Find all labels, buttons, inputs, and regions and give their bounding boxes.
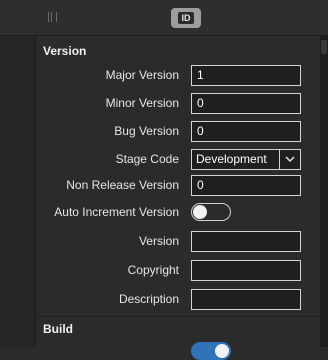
id-icon: ID: [178, 12, 194, 24]
bug-version-label: Bug Version: [114, 124, 179, 138]
drag-handle-icon[interactable]: [48, 12, 57, 22]
non-release-version-label: Non Release Version: [66, 178, 179, 192]
description-input[interactable]: [191, 289, 301, 310]
description-label: Description: [118, 292, 179, 306]
non-release-version-input[interactable]: 0: [191, 175, 301, 196]
stage-code-label: Stage Code: [115, 152, 179, 166]
minor-version-input[interactable]: 0: [191, 93, 301, 114]
auto-increment-version-toggle[interactable]: [191, 203, 231, 221]
copyright-label: Copyright: [127, 263, 179, 277]
auto-increment-version-label: Auto Increment Version: [54, 205, 179, 219]
stage-code-value: Development: [196, 152, 267, 166]
left-gutter: [0, 36, 36, 347]
scrollbar-thumb[interactable]: [321, 40, 327, 54]
scrollbar[interactable]: [320, 36, 328, 347]
section-title-version: Version: [43, 44, 87, 58]
section-title-build: Build: [43, 322, 73, 336]
toggle-knob: [215, 344, 229, 358]
major-version-input[interactable]: 1: [191, 65, 301, 86]
version-input[interactable]: [191, 231, 301, 252]
version-label: Version: [138, 234, 179, 248]
toolbar: ID: [0, 0, 328, 36]
toggle-knob: [193, 205, 207, 219]
section-divider: [36, 316, 320, 317]
minor-version-label: Minor Version: [105, 96, 179, 110]
stage-code-select[interactable]: Development: [191, 149, 301, 170]
chevron-down-icon[interactable]: [279, 150, 300, 169]
id-button[interactable]: ID: [171, 8, 201, 28]
build-toggle[interactable]: [191, 342, 231, 360]
copyright-input[interactable]: [191, 260, 301, 281]
bug-version-input[interactable]: 0: [191, 121, 301, 142]
major-version-label: Major Version: [105, 68, 179, 82]
